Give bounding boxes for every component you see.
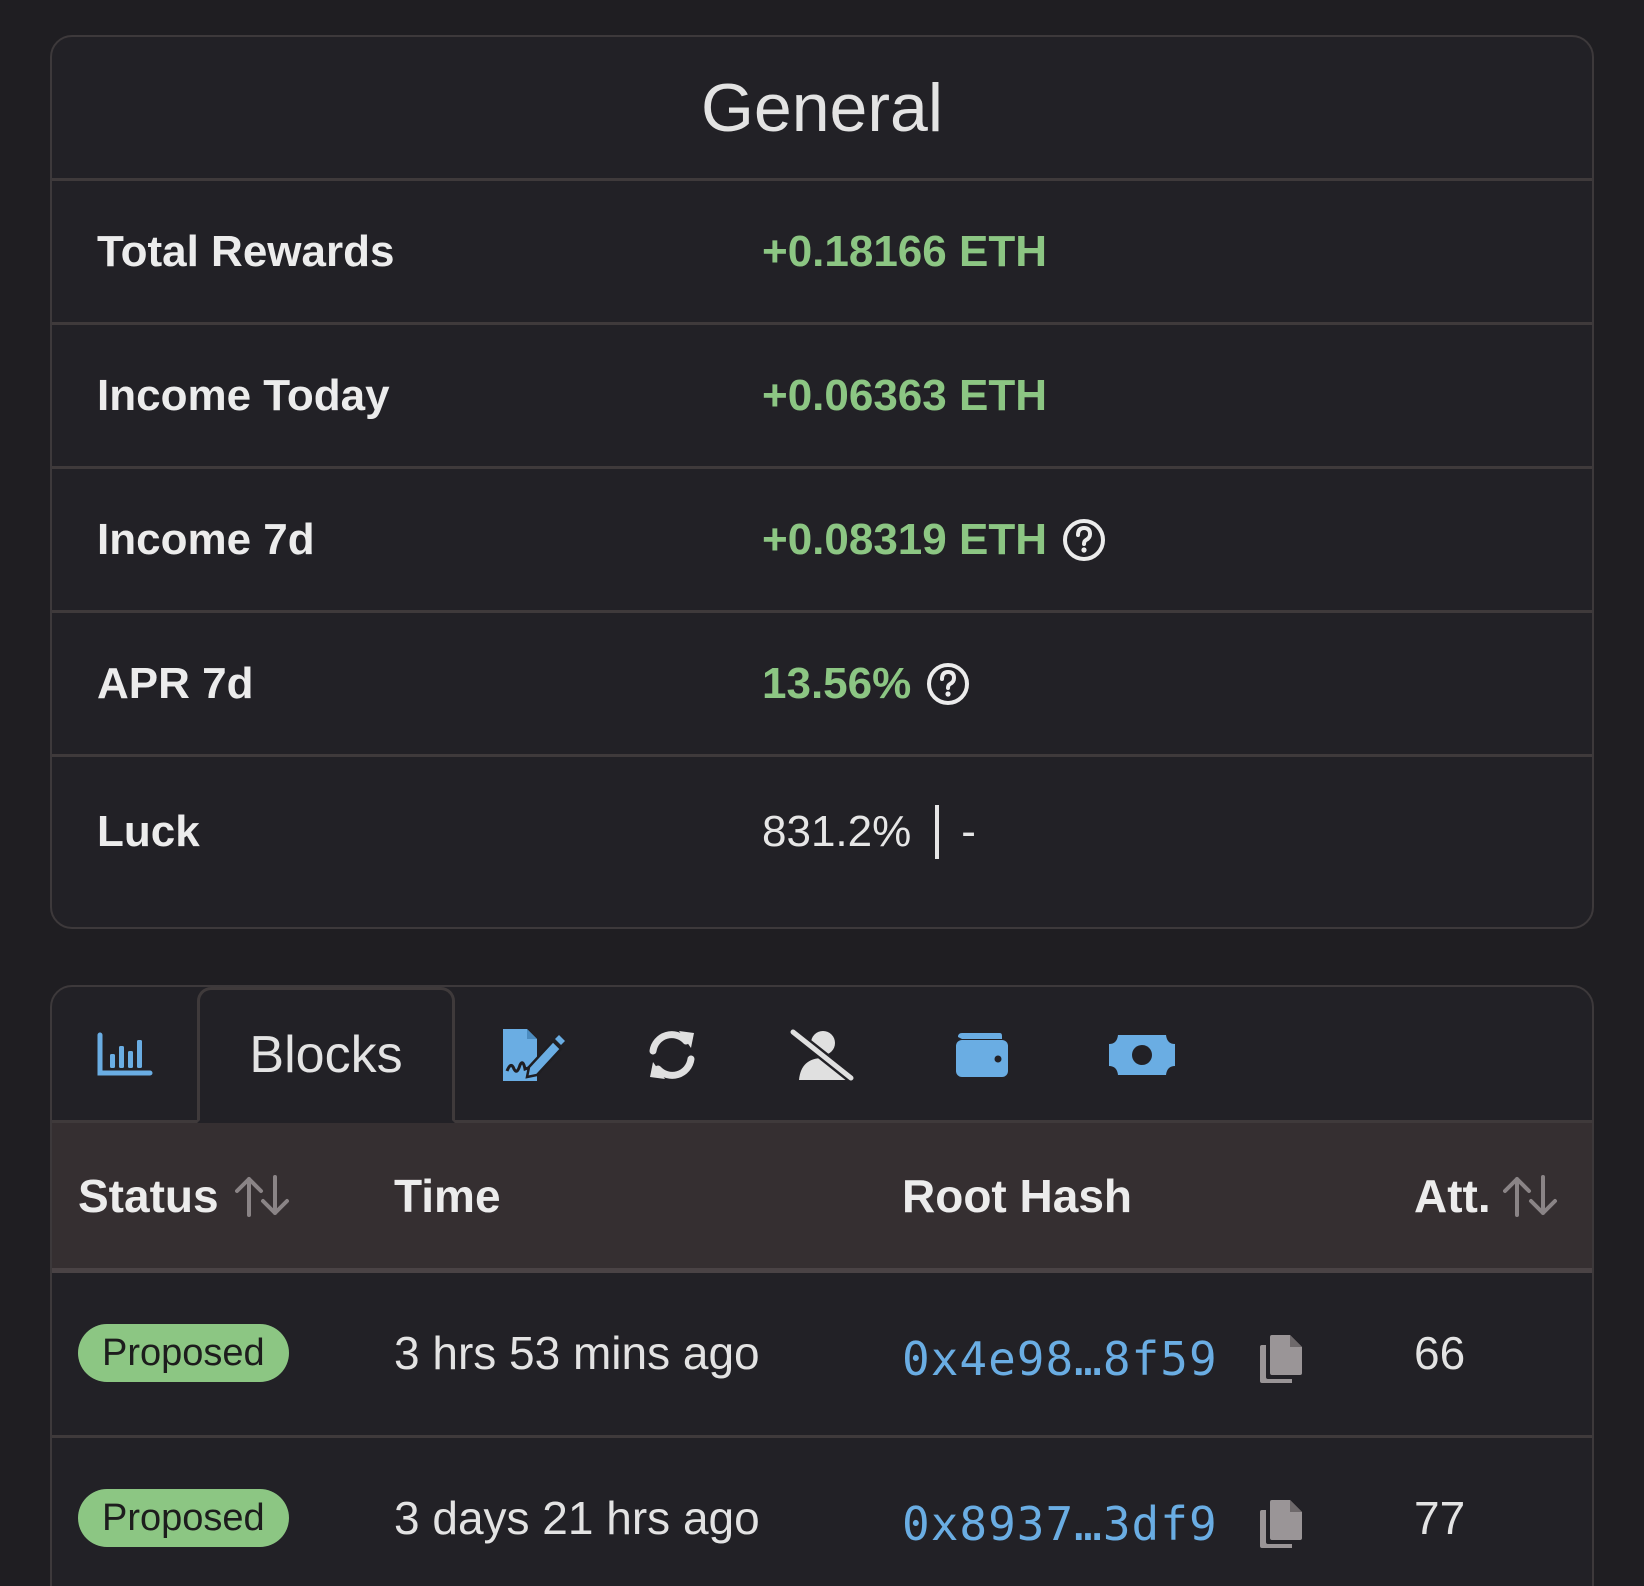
general-title: General [52, 37, 1592, 181]
status-badge: Proposed [78, 1489, 289, 1547]
tab-blocks[interactable]: Blocks [197, 987, 455, 1123]
stat-value-text: 831.2% [762, 807, 912, 856]
column-header-label: Time [394, 1169, 501, 1222]
question-circle-icon[interactable] [1061, 517, 1107, 563]
stat-value-text: +0.08319 ETH [762, 514, 1047, 564]
stat-label: Total Rewards [97, 226, 395, 276]
stat-row-apr-7d: APR 7d 13.56% [52, 613, 1592, 757]
tab-attestations[interactable] [477, 987, 589, 1123]
column-header-label: Root Hash [902, 1169, 1132, 1222]
tab-charts[interactable] [52, 987, 197, 1123]
column-header-status[interactable]: Status [78, 1123, 291, 1268]
root-hash-cell: 0x8937…3df9 [902, 1444, 1304, 1586]
stat-label: Luck [97, 807, 200, 856]
money-bill-icon [1107, 1032, 1177, 1078]
att-cell: 77 [1414, 1492, 1466, 1544]
page: General Total Rewards +0.18166 ETH Incom… [0, 0, 1644, 1586]
signature-icon [501, 1027, 565, 1083]
root-hash-link[interactable]: 0x4e98…8f59 [902, 1332, 1218, 1386]
stat-value: +0.08319 ETH [762, 515, 1107, 565]
stat-value-text: +0.06363 ETH [762, 370, 1047, 420]
value-divider [935, 805, 940, 859]
stat-label: Income Today [97, 370, 390, 420]
column-header-label: Att. [1414, 1169, 1491, 1222]
question-circle-icon[interactable] [925, 661, 971, 707]
stat-row-luck: Luck 831.2% - [52, 757, 1592, 925]
status-cell: Proposed [78, 1438, 289, 1586]
att-cell: 66 [1414, 1327, 1466, 1379]
tab-bar: Blocks [52, 987, 1592, 1123]
sync-icon [645, 1029, 699, 1081]
copy-icon[interactable] [1258, 1498, 1304, 1550]
wallet-icon [954, 1031, 1010, 1079]
column-header-label: Status [78, 1169, 219, 1222]
stat-label: APR 7d [97, 658, 254, 708]
copy-icon[interactable] [1258, 1333, 1304, 1385]
root-hash-link[interactable]: 0x8937…3df9 [902, 1497, 1218, 1551]
tab-deposits[interactable] [1072, 987, 1212, 1123]
stat-value: +0.18166 ETH [762, 227, 1047, 277]
sort-icon [234, 1174, 291, 1217]
stat-label: Income 7d [97, 514, 315, 564]
tab-sync[interactable] [617, 987, 727, 1123]
tab-slashings[interactable] [757, 987, 887, 1123]
table-row: Proposed 3 days 21 hrs ago 0x8937…3df9 7… [52, 1438, 1592, 1586]
column-header-time: Time [394, 1123, 501, 1268]
time-cell: 3 days 21 hrs ago [394, 1492, 760, 1544]
tab-withdrawals[interactable] [917, 987, 1047, 1123]
general-card: General Total Rewards +0.18166 ETH Incom… [50, 35, 1594, 929]
column-header-root-hash: Root Hash [902, 1123, 1132, 1268]
table-row: Proposed 3 hrs 53 mins ago 0x4e98…8f59 6… [52, 1273, 1592, 1438]
sort-icon [1502, 1174, 1559, 1217]
column-header-att[interactable]: Att. [1414, 1123, 1559, 1268]
stat-row-income-today: Income Today +0.06363 ETH [52, 325, 1592, 469]
stat-value: 13.56% [762, 659, 971, 709]
time-cell: 3 hrs 53 mins ago [394, 1327, 760, 1379]
stat-value: 831.2% - [762, 805, 976, 859]
stat-value-secondary: - [961, 807, 976, 856]
table-header: Status Time Root Hash Att. [52, 1123, 1592, 1273]
validator-tabs-card: Blocks Status Time Root Hash Att. Propos… [50, 985, 1594, 1586]
root-hash-cell: 0x4e98…8f59 [902, 1279, 1304, 1439]
tab-blocks-label: Blocks [249, 1026, 403, 1084]
status-cell: Proposed [78, 1273, 289, 1433]
bar-chart-icon [97, 1032, 153, 1078]
stat-value: +0.06363 ETH [762, 371, 1047, 421]
user-slash-icon [789, 1028, 855, 1082]
status-badge: Proposed [78, 1324, 289, 1382]
stat-value-text: 13.56% [762, 658, 912, 708]
stat-row-total-rewards: Total Rewards +0.18166 ETH [52, 181, 1592, 325]
stat-value-text: +0.18166 ETH [762, 226, 1047, 276]
stat-row-income-7d: Income 7d +0.08319 ETH [52, 469, 1592, 613]
